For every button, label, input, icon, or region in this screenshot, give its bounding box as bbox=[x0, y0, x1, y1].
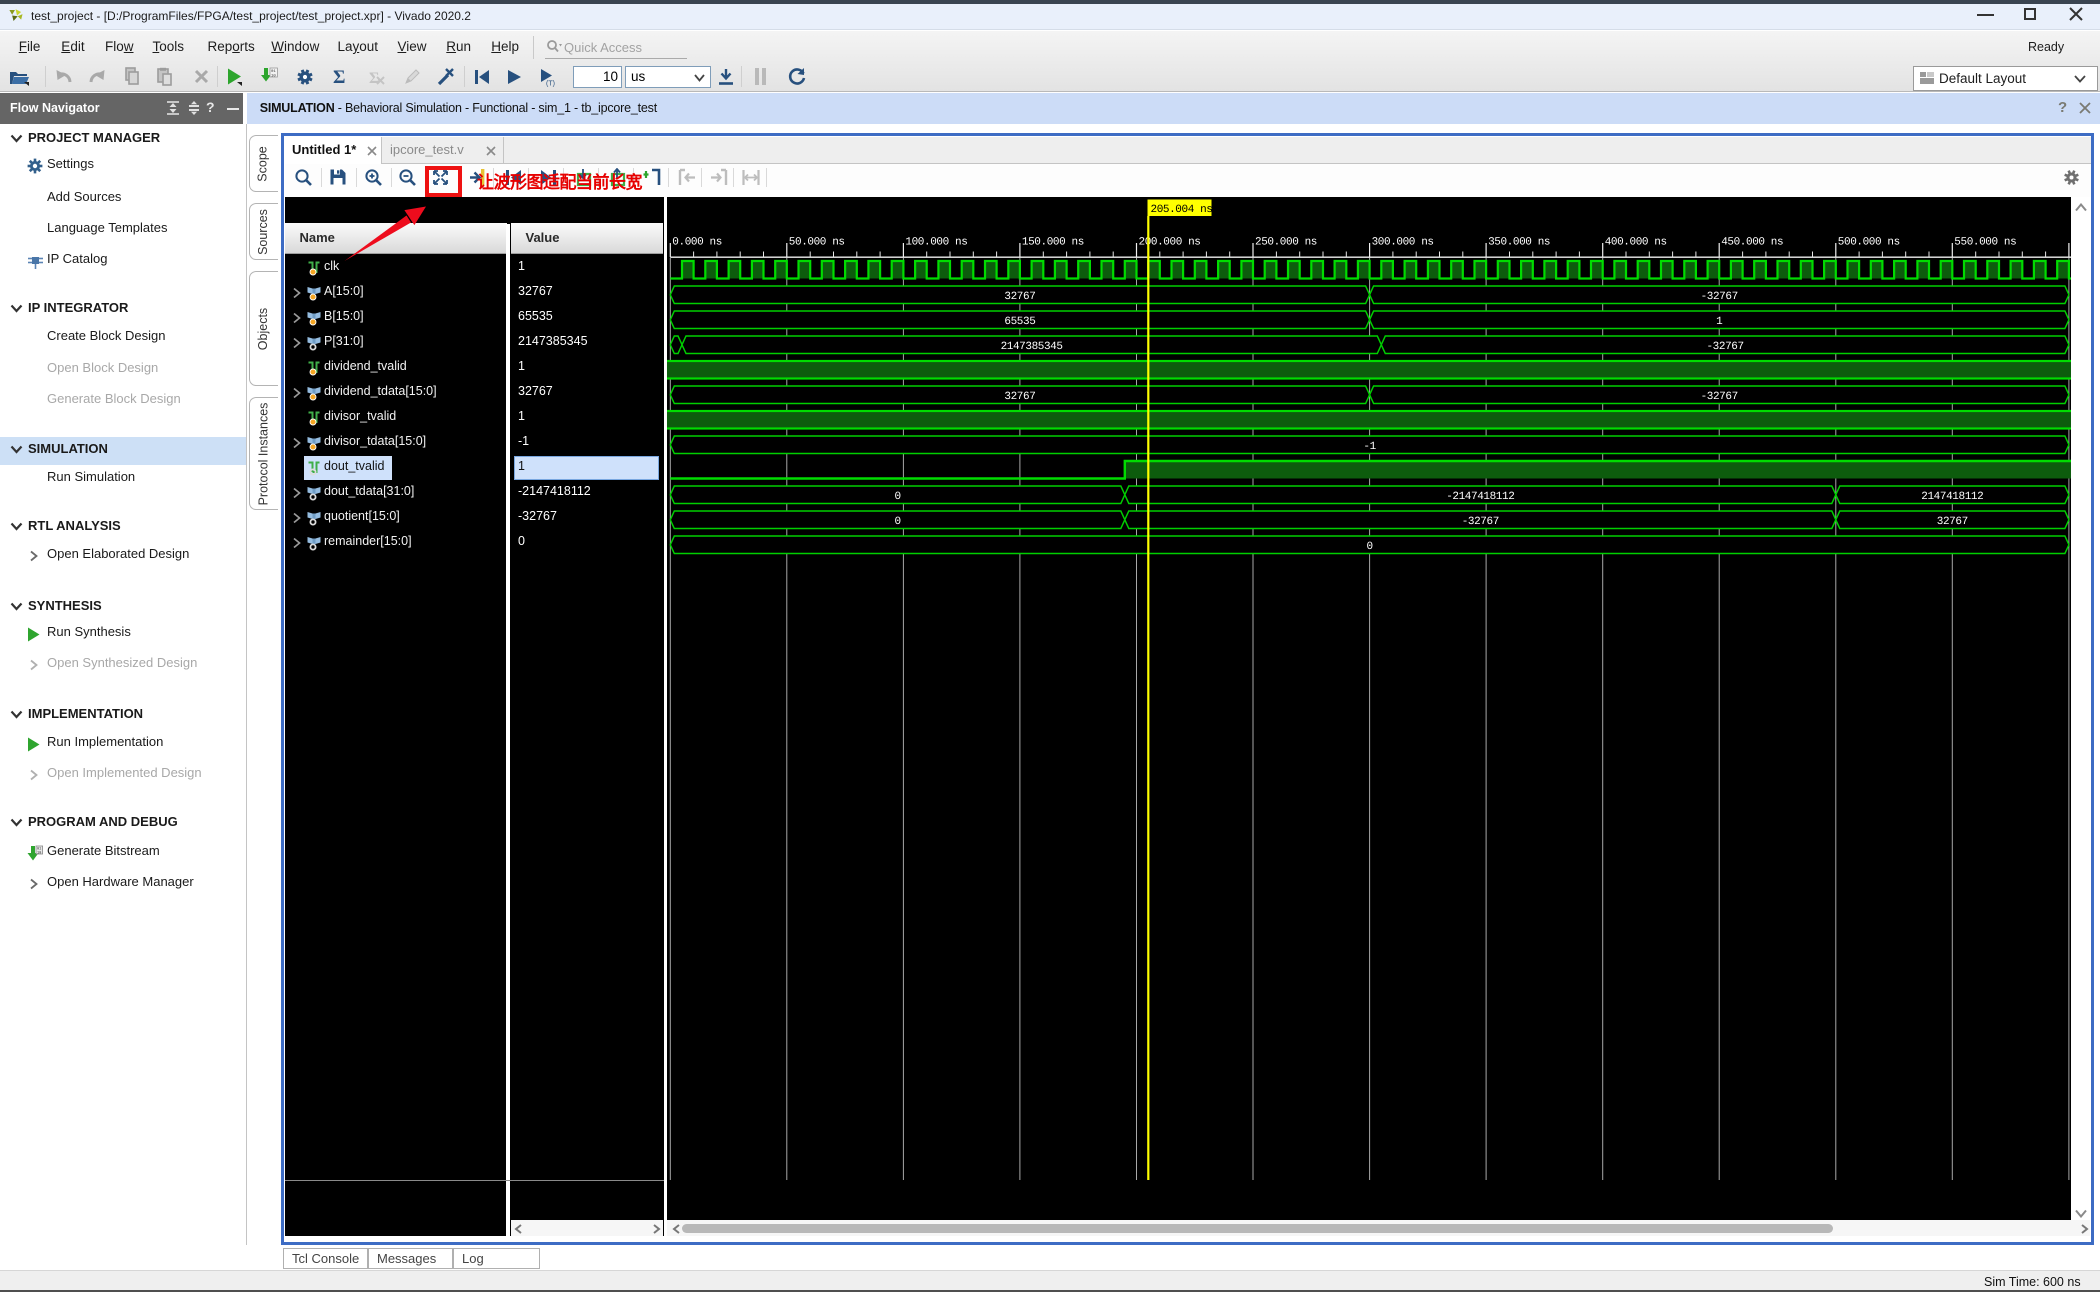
svg-text:205.004 ns: 205.004 ns bbox=[1151, 204, 1213, 216]
svg-text:Σ: Σ bbox=[333, 67, 345, 86]
svg-text:-2147418112: -2147418112 bbox=[1446, 491, 1514, 503]
svg-text:0.000 ns: 0.000 ns bbox=[672, 237, 722, 249]
svg-text:100.000 ns: 100.000 ns bbox=[905, 237, 967, 249]
svg-text:32767: 32767 bbox=[1004, 391, 1035, 403]
svg-text:-1: -1 bbox=[1363, 441, 1376, 453]
svg-text:-32767: -32767 bbox=[1701, 391, 1738, 403]
svg-text:300.000 ns: 300.000 ns bbox=[1372, 237, 1434, 249]
svg-text:250.000 ns: 250.000 ns bbox=[1255, 237, 1317, 249]
svg-text:350.000 ns: 350.000 ns bbox=[1488, 237, 1550, 249]
svg-text:(T): (T) bbox=[546, 81, 555, 88]
svg-text:550.000 ns: 550.000 ns bbox=[1954, 237, 2016, 249]
svg-text:32767: 32767 bbox=[1937, 516, 1968, 528]
svg-text:-32767: -32767 bbox=[1706, 341, 1743, 353]
svg-text:450.000 ns: 450.000 ns bbox=[1721, 237, 1783, 249]
svg-text:50.000 ns: 50.000 ns bbox=[789, 237, 845, 249]
svg-text:10: 10 bbox=[271, 74, 276, 78]
svg-text:400.000 ns: 400.000 ns bbox=[1605, 237, 1667, 249]
svg-text:0: 0 bbox=[894, 491, 900, 503]
svg-text:01: 01 bbox=[271, 70, 276, 74]
svg-text:32767: 32767 bbox=[1004, 291, 1035, 303]
svg-text:-32767: -32767 bbox=[1462, 516, 1499, 528]
svg-text:1: 1 bbox=[1716, 316, 1723, 328]
svg-text:65535: 65535 bbox=[1004, 316, 1035, 328]
svg-text:0: 0 bbox=[1366, 541, 1372, 553]
svg-text:2147418112: 2147418112 bbox=[1921, 491, 1983, 503]
svg-text:-32767: -32767 bbox=[1701, 291, 1738, 303]
svg-text:10: 10 bbox=[37, 851, 41, 855]
svg-text:150.000 ns: 150.000 ns bbox=[1022, 237, 1084, 249]
svg-text:2147385345: 2147385345 bbox=[1001, 341, 1063, 353]
svg-text:0: 0 bbox=[894, 516, 900, 528]
svg-text:500.000 ns: 500.000 ns bbox=[1838, 237, 1900, 249]
